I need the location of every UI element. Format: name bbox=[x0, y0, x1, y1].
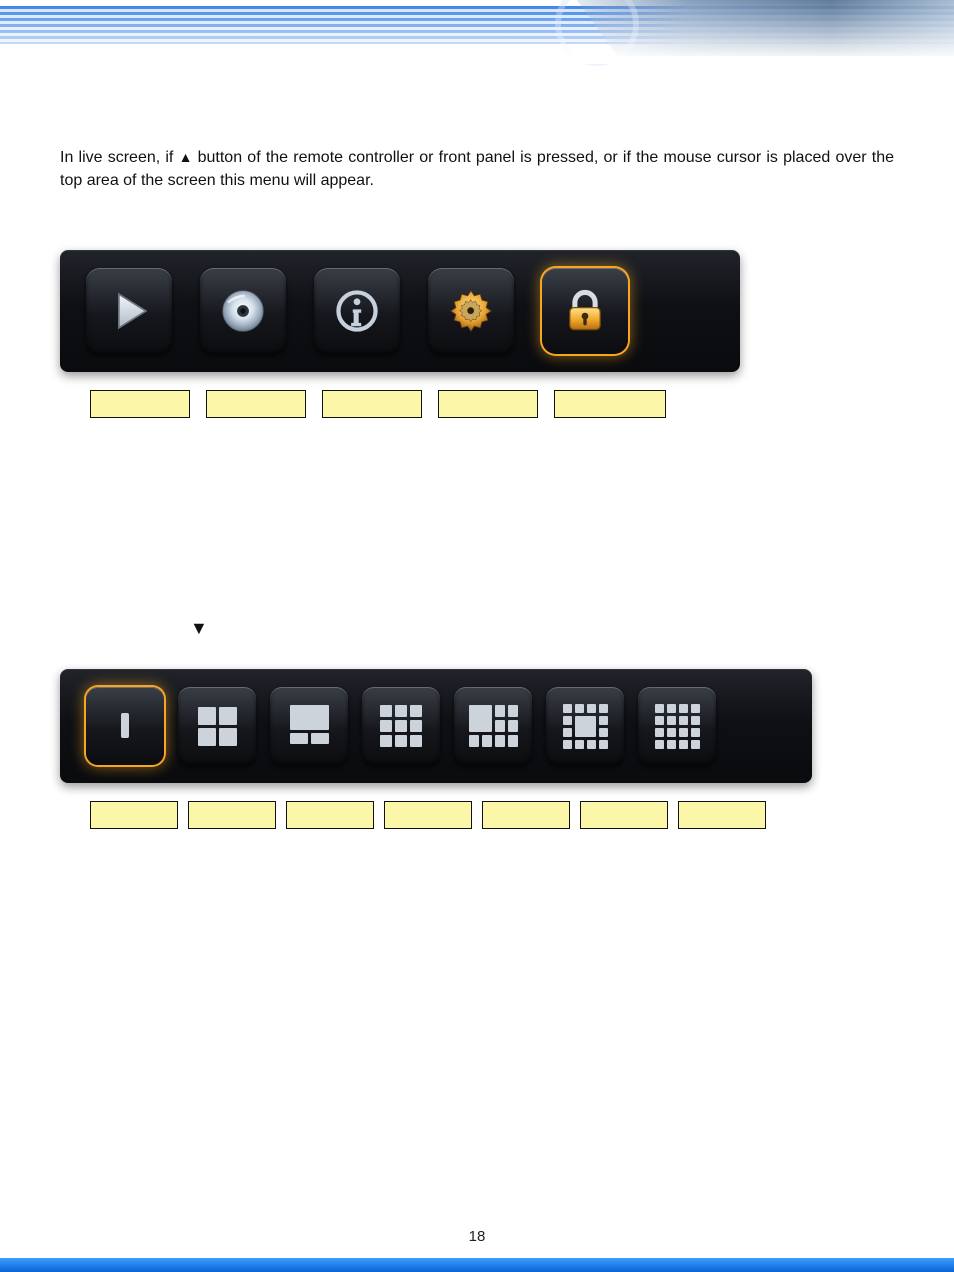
layout-menu-labels bbox=[90, 801, 894, 829]
layout-13-icon bbox=[563, 704, 608, 749]
lock-button[interactable] bbox=[542, 268, 628, 354]
lock-icon bbox=[558, 284, 612, 338]
layout-4[interactable] bbox=[178, 687, 256, 765]
intro-pre: In live screen, if bbox=[60, 149, 179, 166]
label-lock bbox=[554, 390, 666, 418]
info-icon bbox=[330, 284, 384, 338]
label-layout-4 bbox=[188, 801, 276, 829]
label-layout-16 bbox=[678, 801, 766, 829]
setup-button[interactable] bbox=[428, 268, 514, 354]
layout-13[interactable] bbox=[546, 687, 624, 765]
footer-bar bbox=[0, 1258, 954, 1272]
layout-menu-bar bbox=[60, 669, 812, 783]
layout-1-icon bbox=[121, 717, 129, 735]
layout-9[interactable] bbox=[362, 687, 440, 765]
label-play bbox=[90, 390, 190, 418]
layout-9-icon bbox=[380, 705, 422, 747]
down-triangle-icon: ▼ bbox=[190, 618, 894, 639]
layout-4-icon bbox=[198, 707, 237, 746]
layout-1[interactable] bbox=[86, 687, 164, 765]
content-area: In live screen, if ▲ button of the remot… bbox=[60, 130, 894, 829]
top-menu-buttons bbox=[86, 268, 714, 354]
label-layout-13 bbox=[580, 801, 668, 829]
info-button[interactable] bbox=[314, 268, 400, 354]
top-menu-labels bbox=[90, 390, 894, 418]
label-layout-9 bbox=[384, 801, 472, 829]
gear-icon bbox=[444, 284, 498, 338]
up-triangle-icon: ▲ bbox=[179, 147, 193, 167]
label-layout-1 bbox=[90, 801, 178, 829]
play-button[interactable] bbox=[86, 268, 172, 354]
disc-button[interactable] bbox=[200, 268, 286, 354]
intro-paragraph: In live screen, if ▲ button of the remot… bbox=[60, 146, 894, 192]
layout-16[interactable] bbox=[638, 687, 716, 765]
play-icon bbox=[102, 284, 156, 338]
top-menu-bar bbox=[60, 250, 740, 372]
label-setup bbox=[438, 390, 538, 418]
header-banner bbox=[0, 0, 954, 64]
label-disc bbox=[206, 390, 306, 418]
layout-menu-buttons bbox=[86, 687, 786, 765]
layout-10-icon bbox=[469, 705, 518, 747]
page: In live screen, if ▲ button of the remot… bbox=[0, 0, 954, 1272]
layout-10[interactable] bbox=[454, 687, 532, 765]
layout-16-icon bbox=[655, 704, 700, 749]
label-layout-10 bbox=[482, 801, 570, 829]
layout-6-icon bbox=[290, 705, 329, 747]
label-info bbox=[322, 390, 422, 418]
layout-6[interactable] bbox=[270, 687, 348, 765]
label-layout-6 bbox=[286, 801, 374, 829]
disc-icon bbox=[216, 284, 270, 338]
page-number: 18 bbox=[0, 1228, 954, 1245]
banner-fade bbox=[0, 0, 954, 64]
